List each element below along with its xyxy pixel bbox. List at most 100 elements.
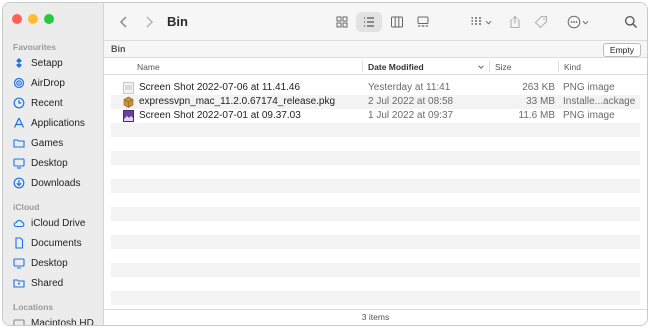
file-name: Screen Shot 2022-07-06 at 11.41.46 xyxy=(139,82,301,93)
file-size: 263 KB xyxy=(522,82,555,93)
sidebar: Favourites Setapp AirDrop Recent Applica… xyxy=(3,3,104,325)
ellipsis-circle-icon xyxy=(567,15,580,29)
chevron-down-icon xyxy=(582,20,588,24)
back-button[interactable] xyxy=(116,12,132,32)
tags-button[interactable] xyxy=(532,12,550,32)
search-button[interactable] xyxy=(622,12,640,32)
sidebar-item-icloud-desktop[interactable]: Desktop xyxy=(13,254,101,272)
column-size[interactable]: Size xyxy=(495,62,512,72)
file-date: Yesterday at 11:41 xyxy=(368,82,451,93)
empty-bin-button[interactable]: Empty xyxy=(602,43,641,57)
column-name[interactable]: Name xyxy=(137,62,160,72)
table-row[interactable]: expressvpn_mac_11.2.0.67174_release.pkg … xyxy=(111,95,640,109)
actions-button[interactable] xyxy=(564,12,592,32)
applications-icon xyxy=(13,117,25,128)
file-kind: Installe...ackage xyxy=(563,96,636,107)
file-name: Screen Shot 2022-07-01 at 09.37.03 xyxy=(139,110,301,121)
column-view-button[interactable] xyxy=(386,12,408,32)
sidebar-item-label: Shared xyxy=(31,277,64,289)
sidebar-item-downloads[interactable]: Downloads xyxy=(13,174,101,192)
sidebar-item-label: Documents xyxy=(31,237,82,249)
sidebar-section-locations: Locations xyxy=(13,302,54,312)
share-icon xyxy=(510,15,520,29)
sidebar-item-applications[interactable]: Applications xyxy=(13,114,101,132)
group-grid-icon xyxy=(471,17,481,25)
grid-icon xyxy=(336,16,348,28)
sidebar-item-recent[interactable]: Recent xyxy=(13,94,101,112)
status-bar: 3 items xyxy=(104,309,647,325)
sidebar-item-label: iCloud Drive xyxy=(31,217,86,229)
sidebar-item-icloud-drive[interactable]: iCloud Drive xyxy=(13,214,101,232)
column-divider[interactable] xyxy=(489,61,490,72)
table-row[interactable]: Screen Shot 2022-07-01 at 09.37.03 1 Jul… xyxy=(111,109,640,123)
package-icon xyxy=(123,96,134,108)
sidebar-item-label: Macintosh HD xyxy=(31,317,94,326)
airdrop-icon xyxy=(13,77,25,89)
empty-row xyxy=(111,207,640,221)
empty-row xyxy=(111,179,640,193)
sidebar-item-label: Setapp xyxy=(31,57,63,69)
toolbar: Bin xyxy=(104,3,647,41)
file-size: 33 MB xyxy=(526,96,555,107)
list-view-button[interactable] xyxy=(356,12,382,32)
column-date-modified[interactable]: Date Modified xyxy=(368,62,424,72)
shared-folder-icon xyxy=(13,279,25,288)
file-list: Screen Shot 2022-07-06 at 11.41.46 Yeste… xyxy=(104,75,647,310)
empty-row xyxy=(111,263,640,277)
sidebar-item-setapp[interactable]: Setapp xyxy=(13,54,101,72)
file-date: 1 Jul 2022 at 09:37 xyxy=(368,110,454,121)
zoom-button[interactable] xyxy=(44,14,54,24)
chevron-right-icon xyxy=(146,16,154,28)
sidebar-item-airdrop[interactable]: AirDrop xyxy=(13,74,101,92)
sort-chevron-icon xyxy=(478,65,484,69)
sidebar-item-label: Desktop xyxy=(31,257,68,269)
share-button[interactable] xyxy=(506,12,524,32)
sidebar-item-desktop[interactable]: Desktop xyxy=(13,154,101,172)
search-icon xyxy=(624,15,637,28)
image-file-icon xyxy=(123,82,134,94)
sidebar-item-documents[interactable]: Documents xyxy=(13,234,101,252)
gallery-icon xyxy=(417,16,429,27)
chevron-down-icon xyxy=(485,20,491,24)
file-name: expressvpn_mac_11.2.0.67174_release.pkg xyxy=(139,96,336,107)
sidebar-item-games[interactable]: Games xyxy=(13,134,101,152)
folder-icon xyxy=(13,139,25,148)
folder-label: Bin xyxy=(111,44,126,54)
file-kind: PNG image xyxy=(563,110,615,121)
gallery-view-button[interactable] xyxy=(412,12,434,32)
close-button[interactable] xyxy=(12,14,22,24)
finder-window: Favourites Setapp AirDrop Recent Applica… xyxy=(2,2,648,326)
empty-row xyxy=(111,123,640,137)
empty-row xyxy=(111,151,640,165)
sidebar-section-favourites: Favourites xyxy=(13,42,56,52)
list-icon xyxy=(364,17,374,27)
sidebar-item-shared[interactable]: Shared xyxy=(13,274,101,292)
table-row[interactable]: Screen Shot 2022-07-06 at 11.41.46 Yeste… xyxy=(111,81,640,95)
minimize-button[interactable] xyxy=(28,14,38,24)
file-date: 2 Jul 2022 at 08:58 xyxy=(368,96,454,107)
sidebar-item-macintosh-hd[interactable]: Macintosh HD xyxy=(13,314,101,326)
columns-icon xyxy=(391,16,403,28)
cloud-icon xyxy=(13,219,25,228)
desktop-icon xyxy=(13,158,25,169)
window-title: Bin xyxy=(167,14,188,29)
column-header: Name Date Modified Size Kind xyxy=(104,58,647,75)
sidebar-item-label: Applications xyxy=(31,117,85,129)
icon-view-button[interactable] xyxy=(331,12,353,32)
bin-info-bar: Bin Empty xyxy=(104,41,647,58)
group-by-button[interactable] xyxy=(466,12,496,32)
desktop-icon xyxy=(13,258,25,269)
tag-icon xyxy=(534,15,548,29)
column-kind[interactable]: Kind xyxy=(564,62,581,72)
sidebar-item-label: Desktop xyxy=(31,157,68,169)
column-divider[interactable] xyxy=(362,61,363,72)
setapp-icon xyxy=(16,58,22,68)
file-size: 11.6 MB xyxy=(518,110,556,121)
forward-button[interactable] xyxy=(141,12,157,32)
clock-icon xyxy=(13,97,25,109)
column-divider[interactable] xyxy=(558,61,559,72)
sidebar-section-icloud: iCloud xyxy=(13,202,40,212)
sidebar-item-label: Recent xyxy=(31,97,63,109)
empty-row xyxy=(111,235,640,249)
downloads-icon xyxy=(13,177,25,189)
